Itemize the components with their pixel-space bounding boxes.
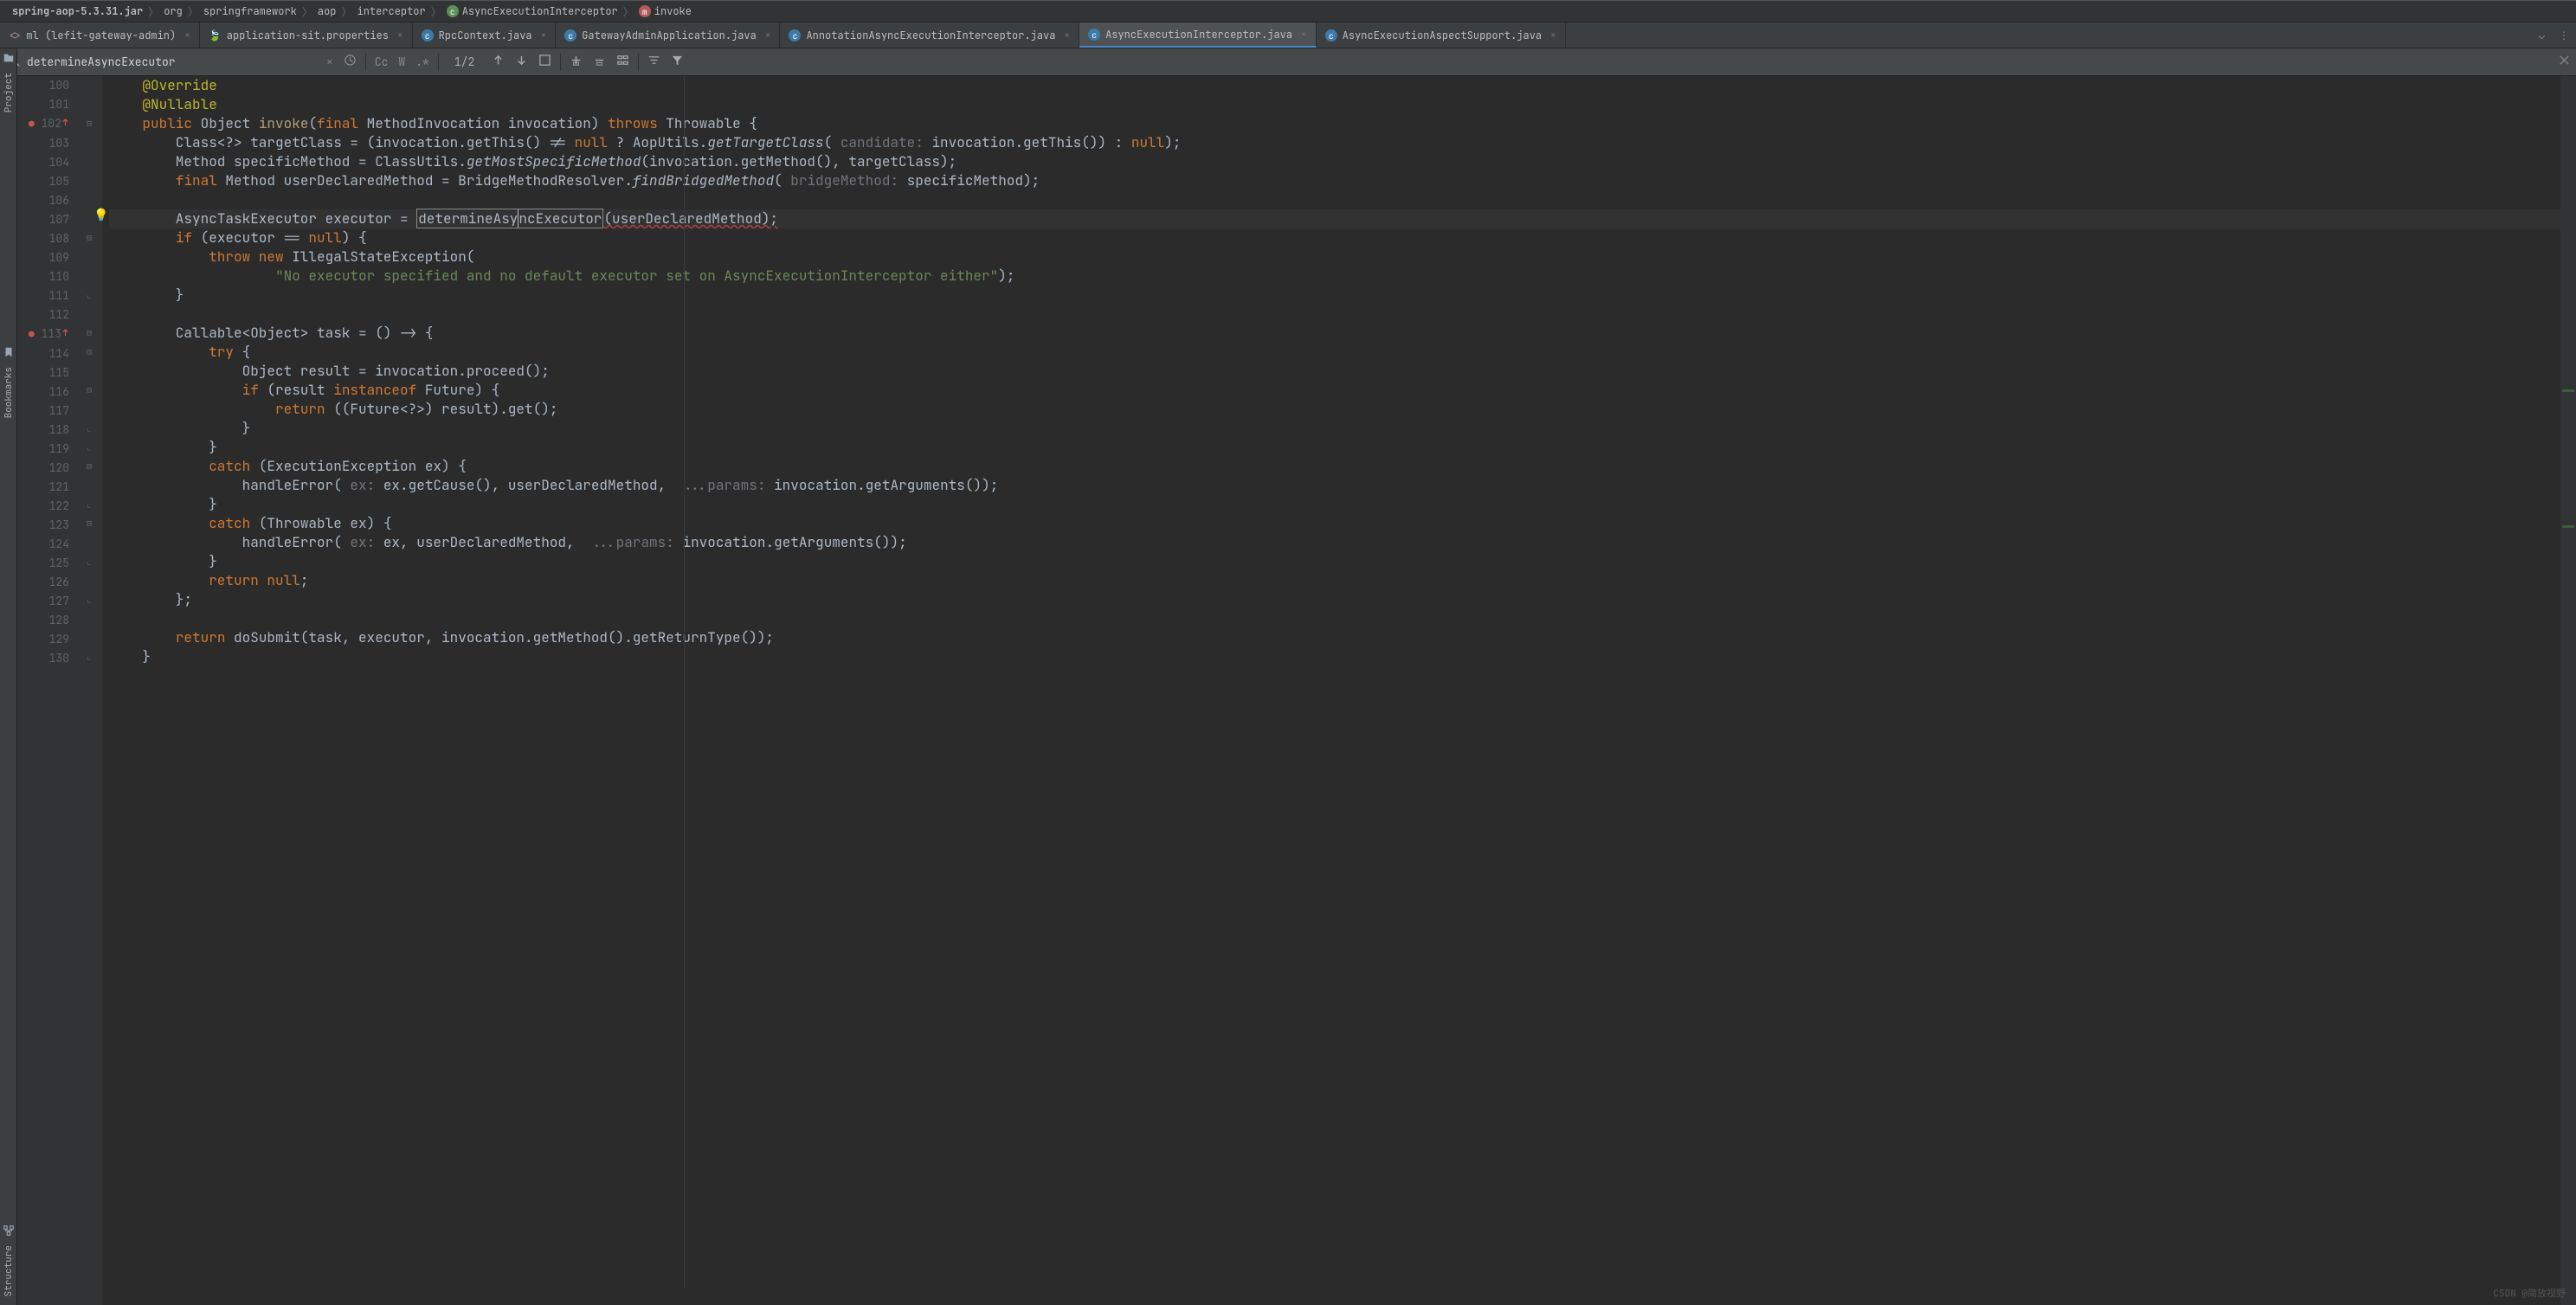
bookmarks-tool-button[interactable]: Bookmarks [3, 358, 15, 427]
code-area[interactable]: @Override @Nullable public Object invoke… [102, 76, 2560, 1305]
file-type-icon: c [1325, 29, 1337, 42]
close-tab-icon[interactable]: × [1064, 29, 1070, 42]
editor-tab[interactable]: cRpcContext.java× [413, 22, 557, 48]
project-icon[interactable] [3, 52, 15, 64]
editor-tab[interactable]: cAsyncExecutionInterceptor.java× [1079, 22, 1317, 48]
bookmarks-icon[interactable] [3, 346, 15, 358]
fold-gutter[interactable]: ⊟ ⊟ ⌞ ⊟⊟ ⊟ ⌞⌞⊟ ⌞⊟ ⌞ ⌞ ⌞ [87, 76, 102, 1305]
intention-bulb-icon[interactable]: 💡 [93, 208, 108, 223]
breakpoint-icon[interactable]: ● [29, 329, 35, 341]
code-editor[interactable]: 100101●102103104105106107108109110111112… [17, 76, 2576, 1305]
breadcrumb-item[interactable]: cAsyncExecutionInterceptor [443, 4, 621, 18]
breadcrumb-item[interactable]: spring-aop-5.3.31.jar [9, 4, 146, 18]
file-type-icon: c [422, 29, 434, 42]
breadcrumb-item[interactable]: minvoke [635, 4, 695, 18]
editor-tab[interactable]: <>ml (lefit-gateway-admin)× [0, 22, 200, 48]
select-all-icon[interactable] [533, 54, 557, 70]
tab-more-icon[interactable]: ⋮ [2552, 29, 2576, 42]
next-match-icon[interactable] [510, 54, 533, 70]
structure-tool-button[interactable]: Structure [3, 1237, 15, 1305]
filter-icon[interactable] [666, 54, 689, 70]
editor-tab[interactable]: 🍃application-sit.properties× [200, 22, 413, 48]
file-type-icon: c [564, 29, 576, 42]
toggle-filter-icon[interactable] [642, 54, 666, 70]
tab-list-dropdown-icon[interactable]: ⌄ [2532, 29, 2552, 42]
search-history-icon[interactable] [338, 54, 362, 70]
whole-word-toggle[interactable]: W [393, 55, 410, 69]
breadcrumb-item[interactable]: interceptor [354, 4, 429, 18]
editor-tab[interactable]: cAnnotationAsyncExecutionInterceptor.jav… [780, 22, 1079, 48]
close-tab-icon[interactable]: × [765, 29, 771, 42]
match-case-toggle[interactable]: Cc [370, 55, 394, 69]
close-tab-icon[interactable]: × [397, 29, 403, 42]
breadcrumb-item[interactable]: aop [314, 4, 340, 18]
close-find-bar-icon[interactable] [2553, 54, 2576, 70]
close-tab-icon[interactable]: × [541, 29, 547, 42]
breadcrumb-item[interactable]: org [160, 4, 186, 18]
editor-tab[interactable]: cGatewayAdminApplication.java× [556, 22, 780, 48]
close-tab-icon[interactable]: × [1301, 29, 1307, 41]
breakpoint-icon[interactable]: ● [29, 119, 35, 131]
breadcrumb-item[interactable]: springframework [200, 4, 300, 18]
file-type-icon: c [789, 29, 801, 42]
select-all-occurrences-icon[interactable] [611, 54, 634, 70]
watermark: CSDN @简放视野 [2493, 1286, 2566, 1300]
match-count: 1/2 [442, 55, 486, 69]
project-tool-button[interactable]: Project [3, 64, 15, 121]
clear-search-icon[interactable]: × [321, 55, 338, 69]
find-bar: × Cc W .* 1/2 [0, 48, 2576, 76]
line-number-gutter[interactable]: 100101●102103104105106107108109110111112… [17, 76, 87, 1305]
error-stripe[interactable] [2560, 76, 2576, 1305]
prev-match-icon[interactable] [486, 54, 510, 70]
file-type-icon: 🍃 [209, 29, 222, 42]
file-type-icon: <> [9, 29, 21, 42]
close-tab-icon[interactable]: × [184, 29, 190, 42]
tool-window-stripe: Project Bookmarks Structure [0, 48, 17, 1305]
add-selection-icon[interactable] [564, 54, 588, 70]
file-type-icon: c [1088, 28, 1100, 42]
structure-icon[interactable] [3, 1225, 15, 1237]
breadcrumb: spring-aop-5.3.31.jar〉org〉springframewor… [0, 0, 2576, 22]
regex-toggle[interactable]: .* [410, 55, 435, 69]
remove-selection-icon[interactable] [588, 54, 611, 70]
editor-tabs: <>ml (lefit-gateway-admin)×🍃application-… [0, 22, 2576, 48]
close-tab-icon[interactable]: × [1550, 29, 1556, 42]
editor-tab[interactable]: cAsyncExecutionAspectSupport.java× [1317, 22, 1566, 48]
search-input[interactable] [27, 55, 321, 69]
